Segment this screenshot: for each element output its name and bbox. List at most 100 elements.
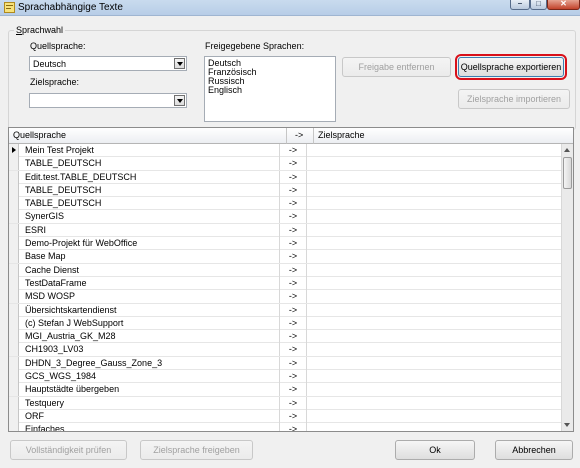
remove-release-button[interactable]: Freigabe entfernen [342,57,451,77]
row-selector[interactable] [9,370,19,384]
arrow-cell: -> [288,171,298,182]
arrow-cell: -> [288,251,298,262]
scroll-up-icon[interactable] [562,144,573,156]
scroll-down-icon[interactable] [562,419,573,431]
table-row[interactable]: Demo-Projekt für WebOffice -> [9,237,562,251]
source-text-cell[interactable]: Base Map [25,251,66,261]
source-text-cell[interactable]: TABLE_DEUTSCH [25,185,101,195]
table-row[interactable]: (c) Stefan J WebSupport -> [9,316,562,331]
table-row[interactable]: Hauptstädte übergeben -> [9,383,562,397]
table-row[interactable]: ESRI -> [9,223,562,238]
scroll-thumb[interactable] [563,157,572,189]
row-selector[interactable] [9,276,19,290]
arrow-cell: -> [288,238,298,249]
source-text-cell[interactable]: Demo-Projekt für WebOffice [25,238,137,248]
row-selector[interactable] [9,250,19,264]
close-button[interactable]: ✕ [547,0,580,10]
source-text-cell[interactable]: Hauptstädte übergeben [25,384,119,394]
row-selector[interactable] [9,157,19,171]
source-language-label: Quellsprache: [30,41,86,51]
row-selector[interactable] [9,170,19,184]
table-row[interactable]: Base Map -> [9,250,562,264]
row-selector[interactable] [9,396,19,410]
table-row[interactable]: Mein Test Projekt -> [9,144,562,158]
chevron-down-icon[interactable] [174,95,185,106]
release-target-button[interactable]: Zielsprache freigeben [140,440,253,460]
arrow-cell: -> [288,344,298,355]
row-selector[interactable] [9,223,19,237]
table-row[interactable]: Übersichtskartendienst -> [9,303,562,317]
export-source-button[interactable]: Quellsprache exportieren [455,54,567,80]
list-item[interactable]: Englisch [205,86,335,95]
source-text-cell[interactable]: (c) Stefan J WebSupport [25,318,123,328]
source-text-cell[interactable]: SynerGIS [25,211,64,221]
ok-button[interactable]: Ok [395,440,475,460]
source-text-cell[interactable]: ORF [25,411,44,421]
row-selector[interactable] [9,237,19,251]
vertical-scrollbar[interactable] [561,144,573,431]
cell-divider [306,223,307,237]
table-row[interactable]: DHDN_3_Degree_Gauss_Zone_3 -> [9,356,562,371]
released-languages-list[interactable]: Deutsch Französisch Russisch Englisch [204,56,336,122]
cancel-button[interactable]: Abbrechen [495,440,573,460]
source-text-cell[interactable]: TABLE_DEUTSCH [25,198,101,208]
row-selector[interactable] [9,197,19,211]
translation-table[interactable]: Quellsprache -> Zielsprache Mein Test Pr… [8,127,574,432]
source-text-cell[interactable]: MSD WOSP [25,291,75,301]
source-language-select[interactable]: Deutsch [29,56,187,71]
source-text-cell[interactable]: GCS_WGS_1984 [25,371,96,381]
row-selector[interactable] [9,330,19,344]
check-completeness-button[interactable]: Vollständigkeit prüfen [10,440,127,460]
row-selector[interactable] [9,144,19,157]
table-row[interactable]: MGI_Austria_GK_M28 -> [9,330,562,344]
import-target-button[interactable]: Zielsprache importieren [458,89,570,109]
table-row[interactable]: Testquery -> [9,396,562,410]
target-language-select[interactable] [29,93,187,108]
table-row[interactable]: SynerGIS -> [9,210,562,224]
chevron-down-icon[interactable] [174,58,185,69]
minimize-button[interactable]: – [510,0,530,10]
source-text-cell[interactable]: Edit.test.TABLE_DEUTSCH [25,172,136,182]
row-selector[interactable] [9,409,19,423]
source-text-cell[interactable]: Übersichtskartendienst [25,305,117,315]
table-row[interactable]: Edit.test.TABLE_DEUTSCH -> [9,170,562,184]
table-row[interactable]: GCS_WGS_1984 -> [9,370,562,384]
table-row[interactable]: Einfaches -> [9,423,562,431]
table-row[interactable]: TABLE_DEUTSCH -> [9,183,562,198]
row-selector[interactable] [9,210,19,224]
row-selector[interactable] [9,356,19,370]
column-header-arrow[interactable]: -> [287,128,314,144]
source-text-cell[interactable]: Mein Test Projekt [25,145,94,155]
table-row[interactable]: TABLE_DEUTSCH -> [9,197,562,211]
source-text-cell[interactable]: Einfaches [25,424,65,431]
table-row[interactable]: MSD WOSP -> [9,290,562,304]
table-row[interactable]: TABLE_DEUTSCH -> [9,157,562,171]
table-row[interactable]: TestDataFrame -> [9,276,562,291]
arrow-cell: -> [288,211,298,222]
row-selector[interactable] [9,303,19,317]
row-selector[interactable] [9,423,19,431]
column-header-target[interactable]: Zielsprache [314,128,573,144]
source-text-cell[interactable]: Cache Dienst [25,265,79,275]
source-text-cell[interactable]: TABLE_DEUTSCH [25,158,101,168]
arrow-cell: -> [288,184,298,195]
row-selector[interactable] [9,383,19,397]
source-text-cell[interactable]: ESRI [25,225,46,235]
column-header-source[interactable]: Quellsprache [9,128,287,144]
row-selector[interactable] [9,316,19,330]
row-selector[interactable] [9,290,19,304]
row-selector[interactable] [9,343,19,357]
row-selector[interactable] [9,263,19,277]
maximize-button[interactable]: □ [530,0,547,10]
minimize-icon: – [517,0,523,8]
source-text-cell[interactable]: CH1903_LV03 [25,344,83,354]
table-row[interactable]: ORF -> [9,409,562,424]
row-selector[interactable] [9,183,19,197]
table-row[interactable]: CH1903_LV03 -> [9,343,562,357]
cell-divider [306,330,307,344]
source-text-cell[interactable]: MGI_Austria_GK_M28 [25,331,116,341]
table-row[interactable]: Cache Dienst -> [9,263,562,277]
source-text-cell[interactable]: Testquery [25,398,64,408]
source-text-cell[interactable]: TestDataFrame [25,278,87,288]
source-text-cell[interactable]: DHDN_3_Degree_Gauss_Zone_3 [25,358,162,368]
